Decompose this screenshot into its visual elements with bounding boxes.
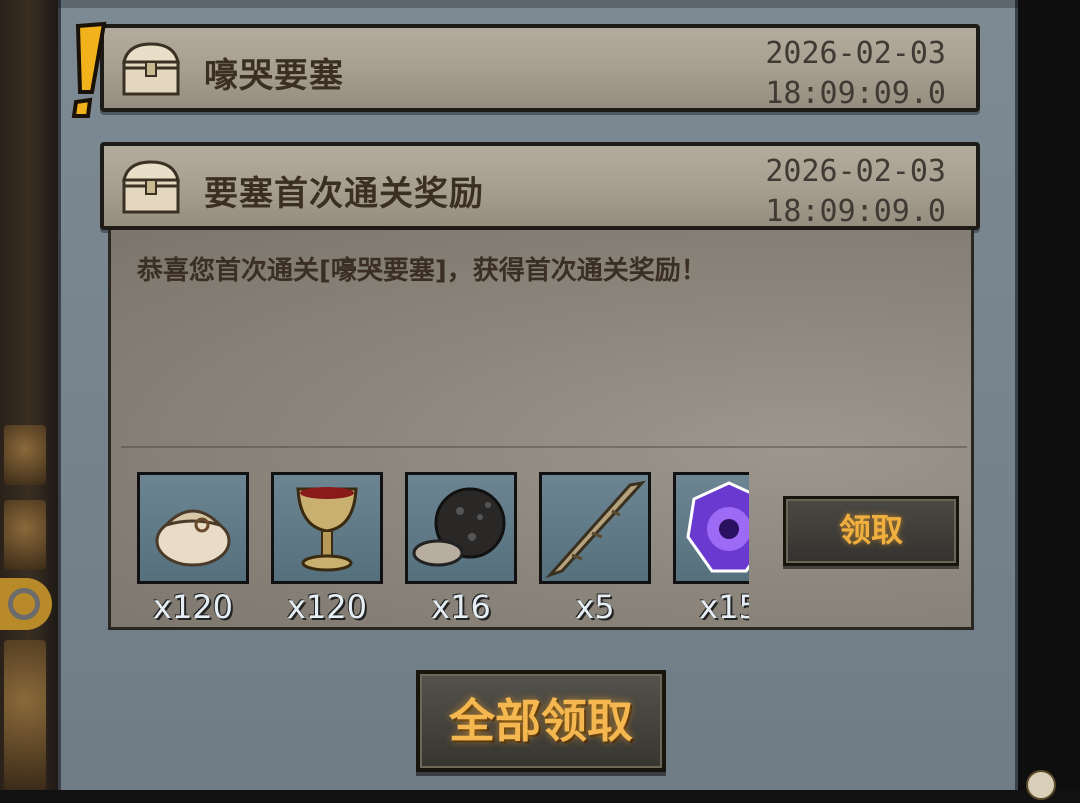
reward-count: x5 bbox=[575, 588, 615, 626]
chest-icon bbox=[122, 42, 180, 96]
reward-item[interactable]: x120 bbox=[137, 472, 249, 626]
purple-gem-icon bbox=[686, 481, 749, 573]
claim-button[interactable]: 领取 bbox=[783, 496, 959, 566]
reward-slot bbox=[271, 472, 383, 584]
reward-slot bbox=[137, 472, 249, 584]
reward-list[interactable]: x120 x120 x16 x5 x15 bbox=[137, 470, 749, 630]
reward-slot bbox=[405, 472, 517, 584]
truffle-icon bbox=[412, 487, 506, 567]
reward-slot bbox=[673, 472, 749, 584]
side-decoration bbox=[4, 640, 46, 790]
reward-count: x120 bbox=[152, 588, 233, 626]
magnifier-icon[interactable] bbox=[0, 578, 52, 630]
mail-timestamp: 2026-02-03 18:09:09.0 bbox=[765, 34, 946, 114]
corner-button-icon[interactable] bbox=[1026, 770, 1056, 800]
mail-date: 2026-02-03 bbox=[765, 154, 946, 189]
claim-all-button[interactable]: 全部领取 bbox=[416, 670, 666, 772]
grain-sack-icon bbox=[155, 509, 231, 567]
reward-item[interactable]: x5 bbox=[539, 472, 651, 626]
mail-title: 嚎哭要塞 bbox=[204, 56, 344, 96]
bottom-edge bbox=[0, 790, 1080, 803]
reward-count: x15 bbox=[699, 588, 749, 626]
side-decoration bbox=[4, 500, 46, 570]
mail-item[interactable]: 嚎哭要塞 2026-02-03 18:09:09.0 bbox=[100, 24, 980, 112]
chest-icon bbox=[122, 160, 180, 214]
mail-body: 恭喜您首次通关[嚎哭要塞]，获得首次通关奖励！ x120 x120 x16 x5… bbox=[108, 230, 974, 630]
reward-count: x16 bbox=[431, 588, 491, 626]
mail-time: 18:09:09.0 bbox=[765, 76, 946, 111]
panel-top-edge bbox=[58, 0, 1018, 8]
horn-icon bbox=[545, 480, 647, 579]
reward-count: x120 bbox=[286, 588, 367, 626]
mail-title: 要塞首次通关奖励 bbox=[204, 174, 484, 214]
mail-time: 18:09:09.0 bbox=[765, 194, 946, 229]
side-decoration bbox=[4, 425, 46, 485]
background-right-strip bbox=[1018, 0, 1080, 803]
reward-item[interactable]: x15 bbox=[673, 472, 749, 626]
alert-icon bbox=[71, 21, 107, 118]
mail-message: 恭喜您首次通关[嚎哭要塞]，获得首次通关奖励！ bbox=[137, 256, 707, 286]
reward-item[interactable]: x120 bbox=[271, 472, 383, 626]
mail-timestamp: 2026-02-03 18:09:09.0 bbox=[765, 152, 946, 232]
mail-date: 2026-02-03 bbox=[765, 36, 946, 71]
reward-item[interactable]: x16 bbox=[405, 472, 517, 626]
background-left-strip bbox=[0, 0, 58, 803]
divider bbox=[121, 446, 967, 448]
goblet-icon bbox=[296, 487, 358, 572]
mail-item[interactable]: 要塞首次通关奖励 2026-02-03 18:09:09.0 bbox=[100, 142, 980, 230]
reward-slot bbox=[539, 472, 651, 584]
